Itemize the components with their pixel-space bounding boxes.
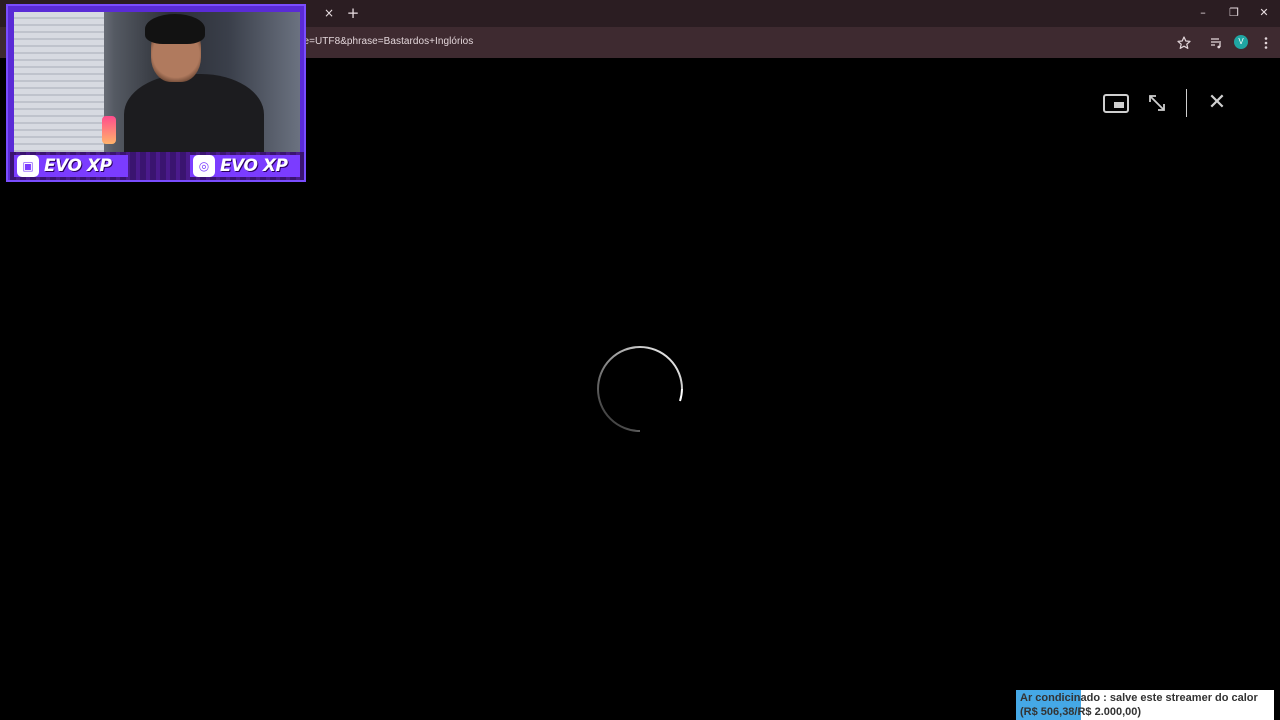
kebab-menu-icon[interactable]: [1258, 35, 1274, 51]
controls-divider: [1186, 89, 1187, 117]
pip-inner: [1114, 102, 1124, 108]
donation-goal-title: Ar condicinado : salve este streamer do …: [1020, 692, 1258, 704]
media-controls-icon[interactable]: [1208, 35, 1224, 51]
restore-button[interactable]: ❐: [1226, 5, 1242, 21]
instagram-handle: ◎ EVO XP: [190, 155, 300, 177]
microphone-light: [102, 116, 116, 144]
instagram-icon: ◎: [193, 155, 215, 177]
new-tab-button[interactable]: +: [346, 5, 360, 21]
profile-avatar[interactable]: V: [1234, 35, 1248, 49]
expand-icon[interactable]: [1144, 90, 1170, 116]
screen: × + – ❐ ✕ g?ie=UTF8&phrase=Bastardos+Ing…: [0, 0, 1280, 720]
social-banner: ▣ EVO XP ◎ EVO XP: [10, 152, 304, 180]
twitch-handle-text: EVO XP: [44, 156, 112, 176]
twitch-icon: ▣: [17, 155, 39, 177]
picture-in-picture-icon[interactable]: [1102, 92, 1130, 114]
close-viewer-button[interactable]: ✕: [1205, 90, 1229, 116]
streamer-body: [124, 74, 264, 156]
star-icon[interactable]: [1176, 35, 1192, 51]
window-close-button[interactable]: ✕: [1256, 5, 1272, 21]
minimize-button[interactable]: –: [1195, 5, 1211, 21]
tab-close-button[interactable]: ×: [322, 6, 336, 20]
loading-spinner-icon: [596, 345, 684, 433]
webcam-overlay: ▣ EVO XP ◎ EVO XP: [6, 4, 306, 182]
donation-goal-amount: (R$ 506,38/R$ 2.000,00): [1020, 706, 1142, 718]
donation-goal-widget: Ar condicinado : salve este streamer do …: [1016, 690, 1274, 720]
instagram-handle-text: EVO XP: [220, 156, 288, 176]
streamer-hair: [145, 14, 205, 44]
webcam-background-blinds: [14, 12, 104, 156]
twitch-handle: ▣ EVO XP: [14, 155, 128, 177]
address-bar[interactable]: g?ie=UTF8&phrase=Bastardos+Inglórios: [290, 31, 1010, 53]
webcam-video: [14, 12, 300, 156]
